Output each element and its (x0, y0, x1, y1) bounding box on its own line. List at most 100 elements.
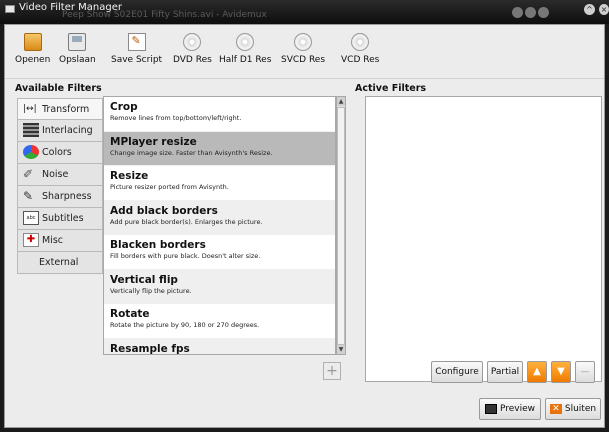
preview-icon (484, 403, 497, 414)
colors-icon (23, 145, 39, 159)
svcd-res-button[interactable]: SVCD Res (281, 33, 325, 65)
close-button[interactable]: ✕ Sluiten (545, 398, 601, 420)
category-tab-external[interactable]: External (17, 252, 103, 274)
filter-name: Vertical flip (110, 273, 178, 286)
close-icon: ✕ (549, 403, 562, 414)
close-window-button[interactable]: × (599, 4, 609, 15)
category-label: Interlacing (42, 125, 93, 136)
transform-icon: |↔| (23, 104, 37, 114)
filter-manager-window: Openen Opslaan Save Script DVD Res Half … (4, 24, 605, 428)
filter-list-scrollbar[interactable]: ▲ ▼ (336, 96, 346, 355)
filter-item-resample-fps[interactable]: Resample fps (104, 338, 335, 355)
move-down-button[interactable]: ▼ (551, 361, 571, 383)
available-filters-list: Crop Remove lines from top/bottom/left/r… (103, 96, 336, 355)
half-d1-res-button[interactable]: Half D1 Res (219, 33, 271, 65)
scroll-up-icon[interactable]: ▲ (337, 97, 345, 106)
scrollbar-thumb[interactable] (337, 107, 345, 345)
preview-label: Preview (499, 404, 536, 414)
filter-item-vertical-flip[interactable]: Vertical flip Vertically flip the pictur… (104, 269, 335, 304)
background-window-title: Peep Show S02E01 Fifty Shins.avi - Avide… (62, 10, 267, 20)
filter-item-blacken-borders[interactable]: Blacken borders Fill borders with pure b… (104, 235, 335, 270)
filter-item-mplayer-resize[interactable]: MPlayer resize Change image size. Faster… (104, 131, 335, 166)
filter-description: Change image size. Faster than Avisynth'… (110, 148, 273, 157)
move-up-button[interactable]: ▲ (527, 361, 547, 383)
category-tab-transform[interactable]: |↔| Transform (17, 98, 103, 120)
dvd-res-label: DVD Res (173, 55, 212, 65)
filter-description: Fill borders with pure black. Doesn't al… (110, 252, 261, 260)
toolbar: Openen Opslaan Save Script DVD Res Half … (5, 25, 604, 79)
add-filter-button[interactable]: + (323, 362, 341, 380)
minimize-button[interactable] (512, 7, 523, 18)
filter-name: Crop (110, 101, 138, 113)
save-script-button[interactable]: Save Script (111, 33, 162, 65)
title-bar: Video Filter Manager Peep Show S02E01 Fi… (0, 0, 609, 24)
window-menu-icon[interactable]: ^ (584, 4, 595, 15)
filter-name: Blacken borders (110, 239, 206, 251)
filter-item-crop[interactable]: Crop Remove lines from top/bottom/left/r… (104, 97, 335, 132)
filter-description: Vertically flip the picture. (110, 286, 192, 295)
window-icon (5, 5, 15, 13)
available-filters-heading: Available Filters (15, 83, 102, 94)
minus-icon: — (580, 367, 590, 377)
active-filters-list[interactable] (365, 96, 602, 382)
category-label: Noise (42, 169, 69, 180)
filter-name: Add black borders (110, 204, 218, 217)
category-tab-misc[interactable]: ✚ Misc (17, 230, 103, 252)
configure-button[interactable]: Configure (431, 361, 483, 383)
subtitles-icon: abc (23, 211, 39, 225)
interlacing-icon (23, 123, 39, 137)
category-label: Subtitles (42, 213, 84, 224)
category-tabs: |↔| Transform Interlacing Colors ✐ Noise… (17, 98, 103, 274)
category-tab-sharpness[interactable]: ✎ Sharpness (17, 186, 103, 208)
dvd-res-button[interactable]: DVD Res (173, 33, 212, 65)
active-filters-heading: Active Filters (355, 83, 427, 94)
filter-name: Rotate (110, 308, 150, 320)
preview-button[interactable]: Preview (479, 398, 541, 420)
scroll-down-icon[interactable]: ▼ (337, 345, 345, 354)
category-label: External (39, 257, 79, 268)
disc-icon (236, 33, 255, 51)
background-close-button[interactable] (538, 7, 549, 18)
filter-description: Picture resizer ported from Avisynth. (110, 183, 229, 191)
disc-icon (183, 33, 202, 51)
disc-icon (294, 33, 313, 51)
vcd-res-button[interactable]: VCD Res (341, 33, 379, 65)
filter-item-rotate[interactable]: Rotate Rotate the picture by 90, 180 or … (104, 304, 335, 339)
maximize-button[interactable] (525, 7, 536, 18)
category-tab-subtitles[interactable]: abc Subtitles (17, 208, 103, 230)
filter-description: Add pure black border(s). Enlarges the p… (110, 217, 263, 226)
category-tab-noise[interactable]: ✐ Noise (17, 164, 103, 186)
open-button[interactable]: Openen (15, 33, 50, 65)
floppy-disk-icon (68, 33, 87, 51)
noise-icon: ✐ (23, 167, 34, 181)
disc-icon (351, 33, 370, 51)
filter-name: Resample fps (110, 342, 190, 355)
half-d1-res-label: Half D1 Res (219, 55, 272, 65)
category-label: Colors (42, 147, 72, 158)
filter-item-resize[interactable]: Resize Picture resizer ported from Avisy… (104, 166, 335, 201)
category-label: Transform (42, 104, 90, 115)
filter-description: Rotate the picture by 90, 180 or 270 deg… (110, 321, 260, 329)
filter-name: MPlayer resize (110, 135, 197, 148)
category-tab-interlacing[interactable]: Interlacing (17, 120, 103, 142)
save-button[interactable]: Opslaan (59, 33, 96, 65)
category-label: Sharpness (42, 191, 92, 202)
misc-icon: ✚ (23, 233, 39, 247)
close-label: Sluiten (564, 404, 597, 414)
vcd-res-label: VCD Res (341, 55, 380, 65)
arrow-down-icon: ▼ (557, 366, 565, 377)
open-folder-icon (23, 33, 42, 51)
filter-description: Remove lines from top/bottom/left/right. (110, 114, 242, 122)
open-label: Openen (15, 55, 51, 65)
filter-item-add-black-borders[interactable]: Add black borders Add pure black border(… (104, 200, 335, 235)
filter-name: Resize (110, 170, 149, 182)
remove-filter-button[interactable]: — (575, 361, 595, 383)
sharpness-icon: ✎ (23, 189, 34, 203)
category-label: Misc (42, 235, 64, 246)
svcd-res-label: SVCD Res (281, 55, 326, 65)
category-tab-colors[interactable]: Colors (17, 142, 103, 164)
save-script-label: Save Script (111, 55, 163, 65)
partial-button[interactable]: Partial (487, 361, 523, 383)
script-icon (127, 33, 146, 51)
save-label: Opslaan (59, 55, 96, 65)
